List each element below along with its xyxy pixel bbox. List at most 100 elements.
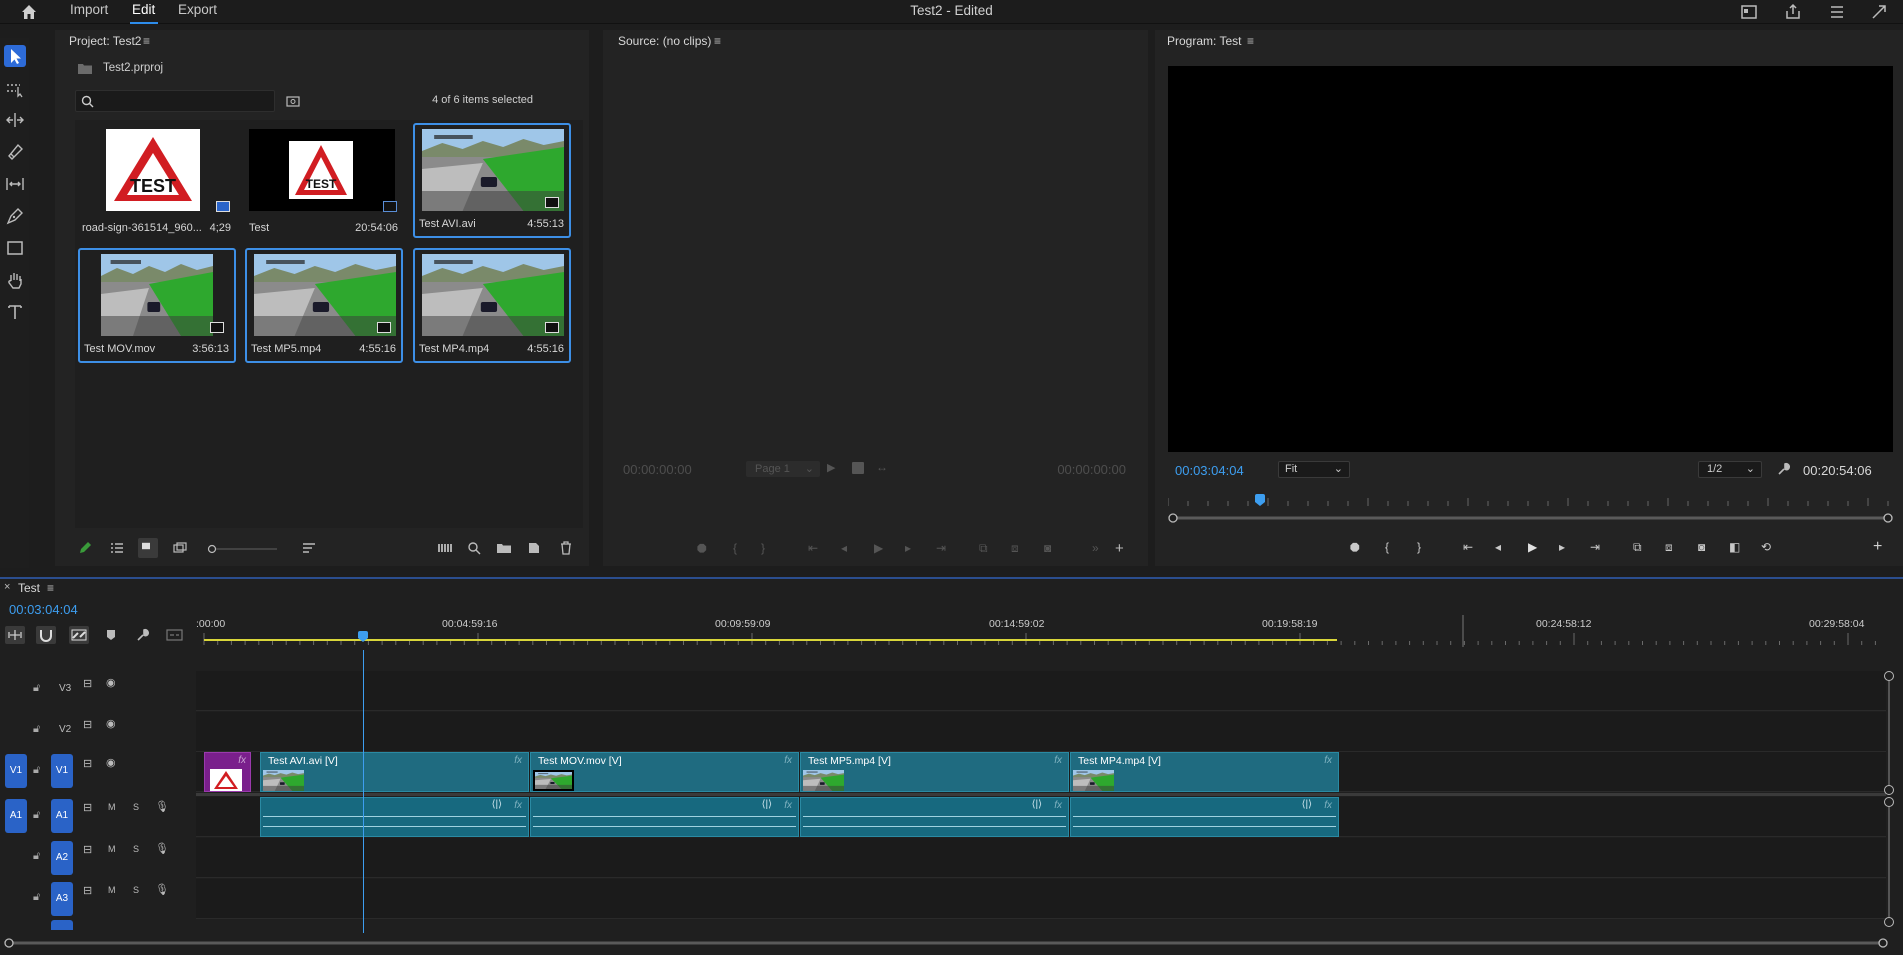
eye-icon[interactable]: ◉ [106, 676, 116, 689]
mute-button[interactable]: M [108, 844, 116, 854]
new-bin-icon[interactable] [496, 540, 512, 556]
mute-button[interactable]: M [108, 885, 116, 895]
lock-icon[interactable]: 🔓︎ [33, 723, 40, 736]
source-patch-v1[interactable]: V1 [5, 754, 27, 788]
lock-icon[interactable]: 🔓︎ [33, 891, 40, 904]
lock-icon[interactable]: 🔓︎ [33, 850, 40, 863]
mark-out-icon[interactable]: } [1417, 540, 1421, 554]
track-divider[interactable] [196, 793, 1886, 796]
sync-lock-icon[interactable]: ⊟ [83, 718, 92, 731]
playhead-line[interactable] [363, 650, 364, 933]
project-panel-title[interactable]: Project: Test2 [69, 34, 141, 48]
go-to-in-icon[interactable]: ⇤ [808, 541, 818, 555]
panel-menu-icon[interactable]: ≡ [143, 34, 150, 48]
timeline-horizontal-scrollbar[interactable] [4, 938, 1889, 948]
quick-export-icon[interactable] [1828, 3, 1846, 21]
go-to-out-icon[interactable]: ⇥ [1590, 540, 1600, 554]
track-target-a1[interactable]: A1 [51, 799, 73, 833]
track-v3-area[interactable] [196, 671, 1886, 711]
mark-out-icon[interactable]: } [761, 541, 765, 555]
solo-button[interactable]: S [133, 802, 139, 812]
sync-lock-icon[interactable]: ⊟ [83, 884, 92, 897]
freeform-view-icon[interactable] [172, 540, 188, 556]
extract-icon[interactable]: ⧈ [1665, 540, 1673, 555]
track-target-a3[interactable]: A3 [51, 882, 73, 916]
eye-icon[interactable]: ◉ [106, 756, 116, 769]
import-menu[interactable]: Import [70, 2, 108, 17]
play-arrow-icon[interactable]: ▶ [827, 461, 835, 474]
resize-icon[interactable]: ↔ [876, 460, 888, 474]
step-back-icon[interactable]: ◂ [1495, 540, 1501, 554]
project-item-test-mp5[interactable]: Test MP5.mp4 4:55:16 [245, 248, 403, 363]
nest-toggle-icon[interactable] [5, 626, 25, 644]
button-editor-icon[interactable]: + [1873, 538, 1882, 556]
audio-clip-test-mov[interactable]: ⟨|⟩ fx [530, 797, 799, 837]
export-menu[interactable]: Export [178, 2, 217, 17]
linked-selection-icon[interactable] [69, 626, 89, 644]
audio-scrollbar[interactable] [1888, 807, 1890, 917]
marker-icon[interactable]: ⯃ [697, 542, 707, 557]
automate-to-sequence-icon[interactable] [437, 540, 453, 556]
track-name[interactable]: V2 [59, 724, 71, 735]
fullscreen-icon[interactable] [1870, 3, 1888, 21]
track-target-v1[interactable]: V1 [51, 754, 73, 788]
source-patch-a1[interactable]: A1 [5, 799, 27, 833]
edit-menu[interactable]: Edit [132, 2, 155, 17]
video-scroll-top-handle[interactable] [1884, 671, 1894, 681]
edit-pencil-icon[interactable] [77, 540, 93, 556]
audio-scroll-bottom-handle[interactable] [1884, 917, 1894, 927]
go-to-in-icon[interactable]: ⇤ [1463, 540, 1473, 554]
eye-icon[interactable]: ◉ [106, 717, 116, 730]
sequence-tab[interactable]: Test [18, 581, 40, 595]
step-forward-icon[interactable]: ▸ [1559, 540, 1565, 554]
add-marker-icon[interactable] [104, 628, 118, 642]
microphone-icon[interactable]: 🎙︎ [155, 883, 169, 896]
home-icon[interactable] [20, 3, 38, 21]
track-name[interactable]: V3 [59, 683, 71, 694]
proxy-toggle-icon[interactable]: ⟲ [1761, 540, 1771, 554]
find-icon[interactable] [466, 540, 482, 556]
audio-scroll-top-handle[interactable] [1884, 797, 1894, 807]
play-icon[interactable]: ▶ [874, 541, 883, 555]
pen-tool-icon[interactable] [4, 205, 26, 227]
panel-menu-icon[interactable]: ≡ [47, 581, 54, 595]
marker-icon[interactable]: ⯃ [1350, 541, 1360, 556]
audio-clip-test-mp5[interactable]: ⟨|⟩ fx [800, 797, 1069, 837]
lock-icon[interactable]: 🔓︎ [33, 809, 40, 822]
lock-icon[interactable]: 🔓︎ [33, 682, 40, 695]
selection-tool-icon[interactable] [4, 45, 26, 67]
track-target-a2[interactable]: A2 [51, 841, 73, 875]
sync-lock-icon[interactable]: ⊟ [83, 843, 92, 856]
timeline-timecode[interactable]: 00:03:04:04 [9, 602, 78, 617]
video-clip-test-avi[interactable]: Test AVI.avi [V] fx [260, 752, 529, 792]
microphone-icon[interactable]: 🎙︎ [155, 800, 169, 813]
track-a3-area[interactable] [196, 879, 1886, 919]
microphone-icon[interactable]: 🎙︎ [155, 842, 169, 855]
audio-clip-test-avi[interactable]: ⟨|⟩ fx [260, 797, 529, 837]
button-editor-icon[interactable]: + [1115, 540, 1124, 557]
workspaces-icon[interactable] [1740, 3, 1758, 21]
rectangle-tool-icon[interactable] [4, 237, 26, 259]
share-icon[interactable] [1784, 3, 1802, 21]
settings-wrench-icon[interactable] [1777, 462, 1791, 476]
comparison-view-icon[interactable]: ◧ [1729, 540, 1740, 554]
graphic-clip[interactable]: fx [204, 752, 251, 792]
video-clip-test-mp5[interactable]: Test MP5.mp4 [V] fx [800, 752, 1069, 792]
video-clip-test-mp4[interactable]: Test MP4.mp4 [V] fx [1070, 752, 1339, 792]
list-view-icon[interactable] [109, 540, 125, 556]
search-input[interactable] [100, 93, 270, 109]
sync-lock-icon[interactable]: ⊟ [83, 801, 92, 814]
zoom-slider[interactable] [207, 544, 277, 554]
project-item-sequence[interactable]: TEST Test 20:54:06 [245, 125, 403, 240]
project-item-road-sign[interactable]: TEST road-sign-361514_960... 4;29 [78, 125, 236, 240]
snap-icon[interactable] [36, 626, 56, 644]
export-frame-icon[interactable]: ◙ [1698, 540, 1705, 554]
export-frame-icon[interactable]: ◙ [1044, 541, 1051, 555]
source-timecode-in[interactable]: 00:00:00:00 [623, 462, 692, 477]
toggle-icon[interactable] [852, 462, 864, 474]
sort-icon[interactable] [301, 540, 317, 556]
program-time-ruler[interactable] [1168, 492, 1893, 510]
solo-button[interactable]: S [133, 885, 139, 895]
more-controls-icon[interactable]: » [1092, 541, 1099, 555]
icon-view-button[interactable] [138, 538, 158, 558]
